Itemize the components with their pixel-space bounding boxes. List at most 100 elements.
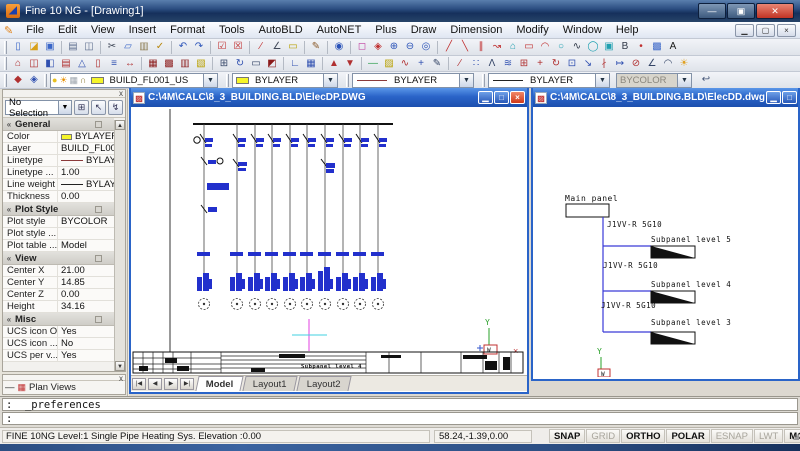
prop-row-color[interactable]: ColorBYLAYER xyxy=(3,131,114,143)
polygon-icon[interactable]: ⌂ xyxy=(505,40,521,54)
prop-row-ucs-icon-origin[interactable]: UCS icon ...No xyxy=(3,338,114,350)
section-misc[interactable]: «Misc xyxy=(3,313,114,326)
fillet-icon[interactable]: ◠ xyxy=(660,57,676,71)
print-preview-icon[interactable]: ◫ xyxy=(81,40,97,54)
toolbar-grip[interactable] xyxy=(4,74,7,87)
grid-tool-icon[interactable]: ▦ xyxy=(303,57,319,71)
layer-lock-icon[interactable]: ∩ xyxy=(80,75,86,85)
lwt-toggle[interactable]: LWT xyxy=(754,429,783,443)
tab-prev-button[interactable]: ◀ xyxy=(148,378,162,390)
section-pin-icon[interactable] xyxy=(95,255,102,262)
insert-block-icon[interactable]: ▣ xyxy=(601,40,617,54)
minimize-button[interactable]: — xyxy=(698,3,726,19)
drawing-menu-icon[interactable]: ✎ xyxy=(4,24,13,37)
zoom-extents-icon[interactable]: ◎ xyxy=(418,40,434,54)
axis-tool-icon[interactable]: ∟ xyxy=(287,57,303,71)
drawing1-restore-button[interactable]: □ xyxy=(494,91,509,104)
selection-dropdown[interactable]: No Selection ▼ xyxy=(5,100,72,115)
grid-toggle[interactable]: GRID xyxy=(586,429,620,443)
viewport-grid-icon[interactable]: ⊞ xyxy=(216,57,232,71)
copy-object-icon[interactable]: ∷ xyxy=(468,57,484,71)
redo-icon[interactable]: ↷ xyxy=(191,40,207,54)
match-properties-icon[interactable]: ✓ xyxy=(152,40,168,54)
note-tool-icon[interactable]: ✎ xyxy=(429,57,445,71)
roof-tool-icon[interactable]: △ xyxy=(74,57,90,71)
tab-layout1[interactable]: Layout1 xyxy=(243,376,298,391)
menu-plus[interactable]: Plus xyxy=(368,24,403,36)
prop-row-thickness[interactable]: Thickness0.00 xyxy=(3,191,114,203)
text-icon[interactable]: A xyxy=(665,40,681,54)
selection-dropdown-arrow[interactable]: ▼ xyxy=(58,101,71,114)
menu-autonet[interactable]: AutoNET xyxy=(310,24,369,36)
coordinates-display[interactable]: 58.24,-1.39,0.00 xyxy=(434,430,532,443)
prop-row-plotstyle[interactable]: Plot styleBYCOLOR xyxy=(3,216,114,228)
stairs-tool-icon[interactable]: ≡ xyxy=(106,57,122,71)
menu-autobld[interactable]: AutoBLD xyxy=(252,24,310,36)
sketch-icon[interactable]: ✎ xyxy=(308,40,324,54)
mirror-icon[interactable]: Λ xyxy=(484,57,500,71)
insert-symbol-icon[interactable]: + xyxy=(413,57,429,71)
ellipse-icon[interactable]: ◯ xyxy=(585,40,601,54)
linetype-dropdown[interactable]: BYLAYER ▼ xyxy=(352,73,474,88)
collapse-icon[interactable]: « xyxy=(3,315,15,324)
menu-modify[interactable]: Modify xyxy=(509,24,555,36)
command-input-line[interactable]: : xyxy=(2,412,798,425)
menu-dimension[interactable]: Dimension xyxy=(443,24,509,36)
menu-edit[interactable]: Edit xyxy=(51,24,84,36)
undo-icon[interactable]: ↶ xyxy=(175,40,191,54)
array-icon[interactable]: ⊞ xyxy=(516,57,532,71)
draw-line-icon[interactable]: ╱ xyxy=(441,40,457,54)
dimension-tool-icon[interactable]: ↔ xyxy=(122,57,138,71)
layer-dropdown-arrow[interactable]: ▼ xyxy=(203,74,217,87)
move-icon[interactable]: + xyxy=(532,57,548,71)
menu-view[interactable]: View xyxy=(84,24,122,36)
revcloud-icon[interactable]: ∿ xyxy=(397,57,413,71)
toolbar-grip[interactable] xyxy=(4,41,7,54)
properties-palette-header[interactable]: x xyxy=(3,90,125,98)
stretch-icon[interactable]: ↘ xyxy=(580,57,596,71)
paste-icon[interactable]: ▥ xyxy=(136,40,152,54)
fine-view-tool-icon[interactable]: ◈ xyxy=(26,73,42,87)
tab-model[interactable]: Model xyxy=(195,376,244,391)
polyline-icon[interactable]: ↝ xyxy=(489,40,505,54)
layer-on-icon[interactable]: ● xyxy=(52,75,57,85)
pan-realtime-icon[interactable]: ◉ xyxy=(331,40,347,54)
menu-insert[interactable]: Insert xyxy=(122,24,164,36)
rectangle-icon[interactable]: ▭ xyxy=(521,40,537,54)
inquiry-distance-icon[interactable]: ∕ xyxy=(253,40,269,54)
prop-row-center-x[interactable]: Center X21.00 xyxy=(3,265,114,277)
cut-icon[interactable]: ✂ xyxy=(104,40,120,54)
zoom-out-icon[interactable]: ⊖ xyxy=(402,40,418,54)
drawing2-canvas[interactable]: Main panel J1VV-R 5G10 Subpanel level 5 … xyxy=(533,107,798,377)
prop-row-plotstyle-table[interactable]: Plot style ... xyxy=(3,228,114,240)
toolbar-grip[interactable] xyxy=(226,74,229,87)
toolbar-grip[interactable] xyxy=(44,74,47,87)
zoom-in-icon[interactable]: ⊕ xyxy=(386,40,402,54)
color-dropdown-arrow[interactable]: ▼ xyxy=(323,74,337,87)
prop-row-plot-table[interactable]: Plot table ...Model xyxy=(3,240,114,252)
menu-window[interactable]: Window xyxy=(556,24,609,36)
new-file-icon[interactable]: ▯ xyxy=(10,40,26,54)
multiline-icon[interactable]: ∥ xyxy=(473,40,489,54)
schedule-tool-3-icon[interactable]: ▥ xyxy=(177,57,193,71)
zoom-window-icon[interactable]: ◻ xyxy=(354,40,370,54)
prop-row-center-z[interactable]: Center Z0.00 xyxy=(3,289,114,301)
inquiry-angle-icon[interactable]: ∠ xyxy=(269,40,285,54)
copy-clip-icon[interactable]: ▱ xyxy=(120,40,136,54)
level-up-icon[interactable]: ▲ xyxy=(326,57,342,71)
view-shade-icon[interactable]: ◩ xyxy=(264,57,280,71)
layer-vpfreeze-icon[interactable]: ▦ xyxy=(70,75,79,86)
section-view[interactable]: «View xyxy=(3,252,114,265)
toggle-pickadd-button[interactable]: ⊞ xyxy=(74,100,89,115)
prop-row-lineweight[interactable]: Line weightBYLAYE xyxy=(3,179,114,191)
scroll-down-icon[interactable]: ▼ xyxy=(115,361,125,371)
drawing2-titlebar[interactable]: ▨ C:\4M\CALC\8_3_BUILDING.BLD\ElecDD.dwg… xyxy=(533,88,798,107)
inquiry-area-icon[interactable]: ▭ xyxy=(285,40,301,54)
window-tool-icon[interactable]: ◫ xyxy=(26,57,42,71)
drawing1-canvas[interactable]: Y W × xyxy=(131,107,527,375)
print-icon[interactable]: ▤ xyxy=(65,40,81,54)
properties-scrollbar[interactable]: ▲ ▼ xyxy=(114,120,125,371)
section-general[interactable]: «General xyxy=(3,118,114,131)
chamfer-icon[interactable]: ∠ xyxy=(644,57,660,71)
spell-check-icon[interactable]: ☑ xyxy=(214,40,230,54)
